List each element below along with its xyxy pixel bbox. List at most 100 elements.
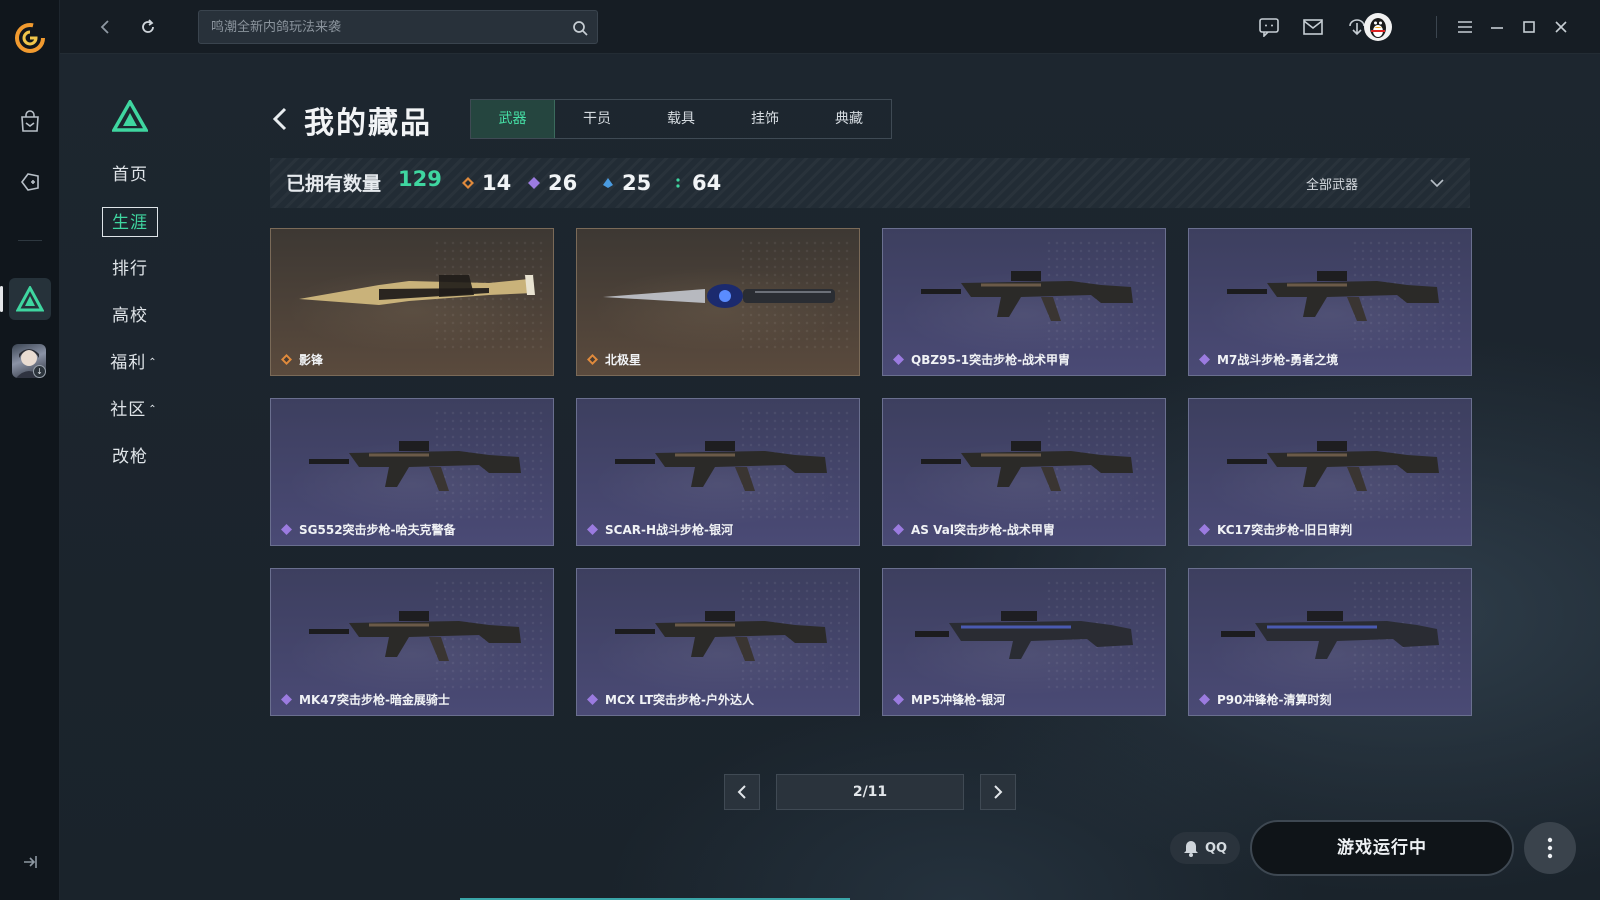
rarity-gold-count: 14 xyxy=(482,171,512,195)
rarity-purple-count: 26 xyxy=(548,171,578,195)
collection-card[interactable]: AS Val突击步枪-战术甲胄 xyxy=(882,398,1166,546)
card-title: MCX LT突击步枪-户外达人 xyxy=(587,690,754,708)
chevron-down-icon xyxy=(1430,179,1444,188)
card-name: MK47突击步枪-暗金展骑士 xyxy=(299,692,450,707)
qq-chip[interactable]: QQ xyxy=(1170,832,1240,864)
minimize-icon[interactable] xyxy=(1484,14,1510,40)
nav-welfare[interactable]: 福利 ⌃ xyxy=(102,348,166,378)
games-tag-icon[interactable] xyxy=(16,168,44,196)
prev-page-button[interactable] xyxy=(724,774,760,810)
collection-card[interactable]: P90冲锋枪-清算时刻 xyxy=(1188,568,1472,716)
collection-card[interactable]: MCX LT突击步枪-户外达人 xyxy=(576,568,860,716)
nav-home[interactable]: 首页 xyxy=(102,160,158,190)
rarity-blue-stat: 25 xyxy=(602,169,651,197)
collection-card[interactable]: 北极星 xyxy=(576,228,860,376)
green-rarity-icon xyxy=(676,178,680,188)
card-name: KC17突击步枪-旧日审判 xyxy=(1217,522,1353,537)
nav-welfare-label: 福利 xyxy=(110,353,147,373)
back-button[interactable] xyxy=(94,15,118,39)
nav-career[interactable]: 生涯 xyxy=(102,207,158,237)
chevron-left-icon xyxy=(737,785,746,799)
more-vertical-icon xyxy=(1547,837,1553,859)
collection-card[interactable]: SG552突击步枪-哈夫克警备 xyxy=(270,398,554,546)
nav-home-label: 首页 xyxy=(112,165,148,185)
card-title: MP5冲锋枪-银河 xyxy=(893,690,1005,708)
chevron-left-icon xyxy=(272,107,287,131)
tab-charms[interactable]: 挂饰 xyxy=(723,100,807,138)
purple-rarity-icon xyxy=(528,177,540,189)
download-badge-icon: ↓ xyxy=(33,365,46,378)
search-input[interactable] xyxy=(211,11,561,43)
more-options-button[interactable] xyxy=(1524,822,1576,874)
page-back-button[interactable] xyxy=(270,106,292,132)
stats-bar: 已拥有数量 129 14 26 25 64 全部武器 xyxy=(270,158,1470,208)
active-game-marker xyxy=(0,286,3,312)
collection-card[interactable]: 影锋 xyxy=(270,228,554,376)
store-icon[interactable] xyxy=(16,108,44,136)
close-icon[interactable] xyxy=(1548,14,1574,40)
delta-game-tile[interactable] xyxy=(9,278,51,320)
rarity-icon xyxy=(1199,693,1210,705)
weapon-filter-value: 全部武器 xyxy=(1306,178,1359,193)
rail-divider xyxy=(18,240,42,241)
refresh-icon xyxy=(142,19,154,33)
rarity-icon xyxy=(281,693,292,705)
card-name: SCAR-H战斗步枪-银河 xyxy=(605,522,733,537)
card-title: P90冲锋枪-清算时刻 xyxy=(1199,690,1331,708)
rarity-icon xyxy=(587,693,598,705)
nav-community[interactable]: 社区 ⌃ xyxy=(102,395,166,425)
chat-icon[interactable] xyxy=(1256,14,1282,40)
card-name: AS Val突击步枪-战术甲胄 xyxy=(911,522,1055,537)
chevron-up-icon: ⌃ xyxy=(148,357,158,368)
qq-label: QQ xyxy=(1204,840,1228,856)
bell-icon xyxy=(1183,841,1198,857)
rarity-icon xyxy=(281,523,292,535)
tab-operators[interactable]: 干员 xyxy=(555,100,639,138)
owned-count-label: 已拥有数量 xyxy=(286,173,382,195)
card-title: SCAR-H战斗步枪-银河 xyxy=(587,520,733,538)
collection-card[interactable]: MP5冲锋枪-银河 xyxy=(882,568,1166,716)
game-avatar[interactable]: ↓ xyxy=(12,344,46,378)
collection-card[interactable]: M7战斗步枪-勇者之境 xyxy=(1188,228,1472,376)
card-name: P90冲锋枪-清算时刻 xyxy=(1217,692,1332,707)
card-title: QBZ95-1突击步枪-战术甲胄 xyxy=(893,350,1070,368)
rarity-icon xyxy=(1199,353,1210,365)
mail-icon[interactable] xyxy=(1300,14,1326,40)
user-avatar[interactable] xyxy=(1364,13,1392,41)
rarity-icon xyxy=(893,523,904,535)
weapon-filter-dropdown[interactable]: 全部武器 xyxy=(1306,172,1446,194)
toolbar-divider xyxy=(1436,16,1437,38)
owned-count-value: 129 xyxy=(398,167,442,191)
nav-community-label: 社区 xyxy=(110,400,147,420)
card-title: MK47突击步枪-暗金展骑士 xyxy=(281,690,450,708)
tab-weapons[interactable]: 武器 xyxy=(471,100,555,138)
collection-card[interactable]: KC17突击步枪-旧日审判 xyxy=(1188,398,1472,546)
menu-icon[interactable] xyxy=(1452,14,1478,40)
tab-collection[interactable]: 典藏 xyxy=(807,100,891,138)
gold-rarity-icon xyxy=(462,177,474,189)
game-running-button[interactable]: 游戏运行中 xyxy=(1250,820,1514,876)
rarity-icon xyxy=(587,523,598,535)
search-icon[interactable] xyxy=(571,19,589,37)
top-bar xyxy=(60,0,1600,54)
app-logo[interactable] xyxy=(14,22,46,54)
next-page-button[interactable] xyxy=(980,774,1016,810)
collection-card[interactable]: QBZ95-1突击步枪-战术甲胄 xyxy=(882,228,1166,376)
refresh-button[interactable] xyxy=(136,15,160,39)
rarity-icon xyxy=(1199,523,1210,535)
rarity-icon xyxy=(281,353,292,365)
maximize-icon[interactable] xyxy=(1516,14,1542,40)
search-box[interactable] xyxy=(198,10,598,44)
collapse-sidebar-icon[interactable] xyxy=(20,852,40,872)
nav-ranking[interactable]: 排行 xyxy=(102,254,158,284)
card-title: KC17突击步枪-旧日审判 xyxy=(1199,520,1352,538)
collection-card[interactable]: SCAR-H战斗步枪-银河 xyxy=(576,398,860,546)
rarity-green-count: 64 xyxy=(692,171,722,195)
nav-college[interactable]: 高校 xyxy=(102,301,158,331)
app-rail: ↓ xyxy=(0,0,60,900)
nav-ranking-label: 排行 xyxy=(112,259,148,279)
nav-gunsmith[interactable]: 改枪 xyxy=(102,442,158,472)
tab-vehicles[interactable]: 载具 xyxy=(639,100,723,138)
nav-college-label: 高校 xyxy=(112,306,148,326)
collection-card[interactable]: MK47突击步枪-暗金展骑士 xyxy=(270,568,554,716)
